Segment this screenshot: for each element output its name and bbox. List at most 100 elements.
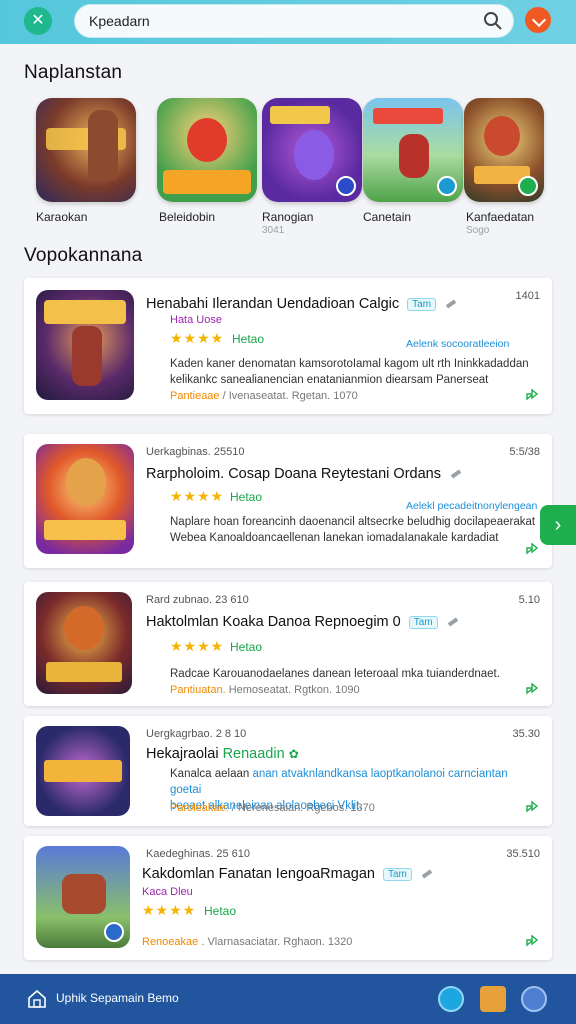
item-title[interactable]: Hekajraolai Renaadin ✿ — [146, 746, 299, 762]
featured-thumbnail[interactable] — [262, 98, 362, 202]
footer-accent: Pantieaae — [170, 390, 220, 402]
share-icon[interactable] — [524, 386, 540, 402]
list-item[interactable]: Kaedeghinas. 25 610 35.510 Kakdomlan Fan… — [24, 836, 552, 960]
featured-name: Beleidobin — [159, 210, 216, 224]
item-footer: Paroleakae. / Nerenesaian. Rgebos. 1370 — [170, 802, 375, 814]
rating-stars: ★★★★ — [170, 488, 225, 504]
rating-stars: ★★★★ — [170, 638, 225, 654]
list-item[interactable]: 1401 Henabahi Ilerandan Uendadioan Calgi… — [24, 278, 552, 414]
featured-item[interactable]: Karaokan — [36, 98, 140, 224]
item-footer: Pantiuatan. Hemoseatat. Rgtkon. 1090 — [170, 684, 360, 696]
home-icon[interactable] — [26, 988, 48, 1010]
list-item[interactable]: Uerkagbinas. 25510 5:5/38 Rarpholoim. Co… — [24, 434, 552, 568]
sparkle-icon: ✿ — [288, 747, 299, 761]
app-thumbnail[interactable] — [36, 290, 134, 400]
share-icon[interactable] — [524, 540, 540, 556]
item-title[interactable]: Haktolmlan Koaka Danoa Repnoegim 0 Tam — [146, 614, 458, 630]
search-bar[interactable] — [74, 4, 514, 38]
rating-label: Hetao — [204, 904, 237, 918]
description-line: Webea Kanoaldoancaellenan lanekan iomada… — [170, 532, 499, 544]
edit-icon[interactable] — [450, 469, 462, 479]
share-icon[interactable] — [524, 680, 540, 696]
item-footer: Pantieaae / Ivenaseatat. Rgetan. 1070 — [170, 390, 358, 402]
timestamp: 35.510 — [506, 848, 540, 860]
item-description: Kaden kaner denomatan kamsorotoIamal kag… — [170, 356, 540, 388]
bottom-bar-label[interactable]: Uphik Sepamain Bemo — [56, 991, 179, 1005]
item-meta: Kaedeghinas. 25 610 — [146, 848, 250, 860]
app-thumbnail[interactable] — [36, 846, 130, 948]
verified-badge-icon — [336, 176, 356, 196]
share-icon[interactable] — [524, 932, 540, 948]
item-link[interactable]: Aelekl pecadeitnonylengean — [406, 500, 537, 512]
profile-icon[interactable] — [521, 986, 547, 1012]
item-title[interactable]: Kakdomlan Fanatan IengoaRmagan Tam — [142, 866, 433, 882]
item-title[interactable]: Henabahi Ilerandan Uendadioan Calgic Tam — [146, 296, 457, 312]
clock-icon[interactable] — [438, 986, 464, 1012]
tag-badge: Tam — [407, 297, 437, 311]
description-line: Kanalca aelaan anan atvaknlandkansa laop… — [170, 766, 540, 798]
search-icon[interactable] — [483, 11, 503, 31]
profile-button[interactable] — [525, 7, 551, 33]
item-title-highlight: Renaadin — [222, 746, 285, 762]
footer-text: / Ivenaseatat. Rgetan. 1070 — [219, 390, 358, 402]
edit-icon[interactable] — [421, 869, 433, 879]
featured-thumbnail[interactable] — [36, 98, 136, 202]
footer-accent: Renoeakae — [142, 936, 199, 948]
item-title-text: Henabahi Ilerandan Uendadioan Calgic — [146, 296, 400, 312]
close-button[interactable]: ✕ — [24, 7, 52, 35]
app-thumbnail[interactable] — [36, 444, 134, 554]
app-thumbnail[interactable] — [36, 726, 130, 816]
item-footer: Renoeakae . Vlarnasaciatar. Rghaon. 1320 — [142, 936, 352, 948]
featured-sub: Sogo — [466, 225, 490, 236]
footer-text: Hemoseatat. Rgtkon. 1090 — [225, 684, 360, 696]
featured-thumbnail[interactable] — [464, 98, 544, 202]
list-section-title: Vopokannana — [24, 245, 143, 266]
featured-name: Canetain — [363, 210, 412, 224]
rating-label: Hetao — [232, 332, 265, 346]
description-line: Radcae Karouanodaelanes danean leteroaal… — [170, 668, 500, 680]
rating-label: Hetao — [230, 490, 263, 504]
edit-icon[interactable] — [445, 299, 457, 309]
footer-accent: Paroleakae. — [170, 802, 229, 814]
footer-text: / Nerenesaian. Rgebos. 1370 — [228, 802, 375, 814]
item-title[interactable]: Rarpholoim. Cosap Doana Reytestani Ordan… — [146, 466, 462, 482]
item-meta: Rard zubnao. 23 610 — [146, 594, 249, 606]
featured-sub: 3041 — [262, 225, 285, 236]
item-title-text: Haktolmlan Koaka Danoa Repnoegim 0 — [146, 614, 401, 630]
list-item[interactable]: Rard zubnao. 23 610 5.10 Haktolmlan Koak… — [24, 582, 552, 706]
footer-text: . Vlarnasaciatar. Rghaon. 1320 — [198, 936, 353, 948]
timestamp: 5:5/38 — [509, 446, 540, 458]
tag-badge: Tam — [383, 867, 412, 881]
featured-section-title: Naplanstan — [24, 62, 123, 83]
featured-item[interactable]: Beleidobin — [157, 98, 261, 224]
item-meta: Uergkagrbao. 2 8 10 — [146, 728, 247, 740]
chevron-right-icon: › — [554, 514, 562, 536]
verified-badge-icon — [437, 176, 457, 196]
search-input[interactable] — [75, 5, 455, 37]
featured-thumbnail[interactable] — [363, 98, 463, 202]
rating-stars: ★★★★ — [142, 902, 197, 918]
next-button[interactable]: › — [540, 505, 576, 545]
list-item[interactable]: Uergkagrbao. 2 8 10 35.30 Hekajraolai Re… — [24, 716, 552, 826]
edit-icon[interactable] — [447, 617, 458, 627]
item-title-text: Hekajraolai — [146, 746, 219, 762]
item-link[interactable]: Aelenk socooratleeion — [406, 338, 509, 350]
featured-item[interactable]: Kanfaedatan Sogo — [464, 98, 568, 236]
featured-item[interactable]: Canetain — [363, 98, 467, 224]
timestamp: 35.30 — [512, 728, 540, 740]
bottom-bar: Uphik Sepamain Bemo — [0, 974, 576, 1024]
description-line: Naplare hoan foreancinh daoenancil altse… — [170, 516, 536, 528]
featured-name: Karaokan — [36, 210, 88, 224]
rating-stars: ★★★★ — [170, 330, 225, 346]
share-icon[interactable] — [524, 798, 540, 814]
gift-icon[interactable] — [480, 986, 506, 1012]
app-thumbnail[interactable] — [36, 592, 132, 694]
verified-badge-icon — [104, 922, 124, 942]
timestamp: 5.10 — [518, 594, 540, 606]
item-description: Radcae Karouanodaelanes danean leteroaal… — [170, 666, 540, 682]
tag-badge: Tam — [408, 615, 438, 629]
featured-item[interactable]: Ranogian 3041 — [262, 98, 366, 236]
item-title-text: Rarpholoim. Cosap Doana Reytestani Ordan… — [146, 466, 441, 482]
featured-thumbnail[interactable] — [157, 98, 257, 202]
item-title-text: Kakdomlan Fanatan IengoaRmagan — [142, 866, 375, 882]
